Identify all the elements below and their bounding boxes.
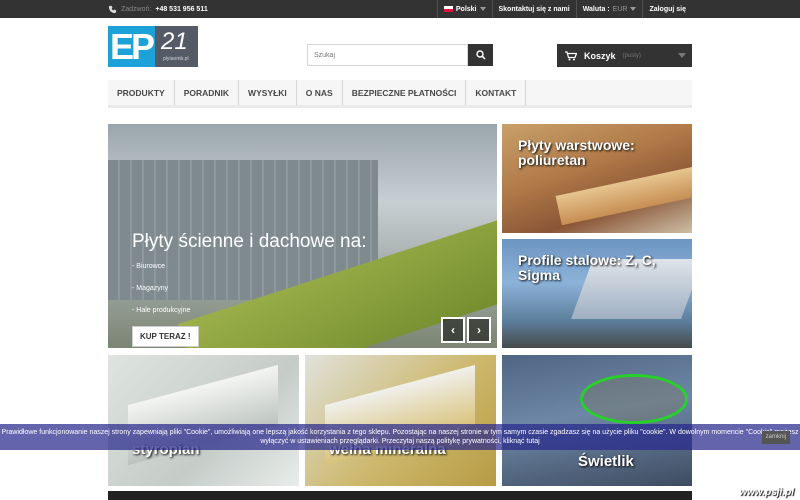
cookie-text: Prawidłowe funkcjonowanie naszej strony … [1, 429, 799, 445]
menu-item-poradnik[interactable]: PORADNIK [175, 80, 240, 105]
next-arrow-icon[interactable]: › [467, 317, 491, 343]
main-menu: PRODUKTY PORADNIK WYSYŁKI O NAS BEZPIECZ… [108, 80, 692, 108]
skylight-highlight [580, 374, 688, 424]
menu-item-platnosci[interactable]: BEZPIECZNE PŁATNOŚCI [343, 80, 467, 105]
chevron-down-icon [630, 7, 637, 11]
cart-button[interactable]: Koszyk (pusty) [557, 44, 692, 67]
slide-bullet: - Hale produkcyjne [132, 307, 191, 314]
language-selector[interactable]: Polski [436, 0, 492, 18]
banner-swietlik[interactable]: Świetlik [502, 355, 692, 486]
banner-welna-mineralna[interactable]: wełna mineralna [305, 355, 496, 486]
banner-profile-stalowe[interactable]: Profile stalowe: Z, C, Sigma [502, 239, 692, 348]
banner-caption: Płyty warstwowe: poliuretan [518, 137, 635, 168]
top-bar: Zadzwoń: +48 531 956 511 Polski Skontakt… [0, 0, 800, 18]
logo-url: plytaomb.pl [163, 56, 189, 62]
cart-status: (pusty) [622, 52, 641, 59]
chevron-down-icon [479, 7, 486, 11]
menu-item-produkty[interactable]: PRODUKTY [108, 80, 175, 105]
language-label: Polski [455, 5, 477, 13]
logo-ep: EP [108, 26, 155, 67]
homepage-slider[interactable]: Płyty ścienne i dachowe na: - Biurowce -… [108, 124, 497, 348]
phone-label: Zadzwoń: [121, 5, 152, 13]
menu-item-kontakt[interactable]: KONTAKT [466, 80, 527, 105]
banner-poliuretan[interactable]: Płyty warstwowe: poliuretan [502, 124, 692, 233]
polish-flag-icon [443, 6, 453, 12]
phone-info: Zadzwoń: +48 531 956 511 [108, 0, 208, 18]
search-button[interactable] [468, 44, 493, 66]
menu-item-wysylki[interactable]: WYSYŁKI [239, 80, 297, 105]
bottom-banners-row [108, 491, 692, 500]
prev-arrow-icon[interactable]: ‹ [441, 317, 465, 343]
slider-controls: ‹ › [441, 317, 491, 343]
slide-bullet: - Magazyny [132, 285, 169, 292]
watermark: www.psji.pl [739, 487, 794, 498]
login-link[interactable]: Zaloguj się [642, 0, 692, 18]
slide-title: Płyty ścienne i dachowe na: [132, 231, 367, 252]
currency-value: EUR [612, 5, 628, 13]
cart-icon [565, 50, 577, 60]
phone-icon [108, 5, 117, 13]
search-form [307, 44, 493, 66]
search-input[interactable] [307, 44, 468, 66]
phone-number[interactable]: +48 531 956 511 [155, 6, 207, 13]
slide-bullet: - Biurowce [132, 263, 166, 270]
contact-link[interactable]: Skontaktuj się z nami [491, 0, 576, 18]
currency-label: Waluta : [582, 5, 610, 13]
panel-image [555, 162, 692, 226]
menu-item-o-nas[interactable]: O NAS [297, 80, 343, 105]
site-logo[interactable]: EP 21 plytaomb.pl [108, 26, 198, 67]
chevron-down-icon [678, 53, 686, 58]
cookie-close-button[interactable]: zamknij [761, 431, 790, 444]
banner-caption: Świetlik [578, 453, 634, 470]
cookie-banner: Prawidłowe funkcjonowanie naszej strony … [0, 424, 800, 450]
banner-caption: Profile stalowe: Z, C, Sigma [518, 252, 656, 283]
banner-styropian[interactable]: styropian [108, 355, 299, 486]
currency-selector[interactable]: Waluta : EUR [575, 0, 643, 18]
buy-now-button[interactable]: KUP TERAZ ! [132, 326, 199, 347]
cart-label: Koszyk [584, 50, 616, 61]
search-icon [475, 50, 486, 60]
